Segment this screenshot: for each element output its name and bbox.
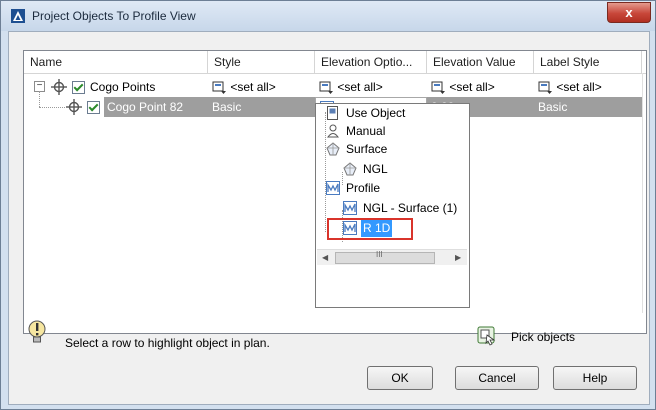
column-header-elevation-value[interactable]: Elevation Value: [427, 51, 534, 73]
help-button[interactable]: Help: [553, 366, 637, 390]
lightbulb-icon: [28, 320, 46, 343]
pick-objects-icon[interactable]: [477, 326, 497, 346]
surface-icon: [343, 162, 357, 176]
style-edit-icon: [319, 81, 333, 94]
close-button[interactable]: x: [607, 2, 651, 23]
cogo-point-icon: [51, 79, 67, 95]
surface-icon: [326, 142, 340, 156]
horizontal-scrollbar[interactable]: ◀ III ▶: [317, 249, 467, 265]
hint-text: Select a row to highlight object in plan…: [65, 336, 270, 350]
label-style-setall-cell[interactable]: <set all>: [538, 77, 642, 97]
elevation-option-setall-cell[interactable]: <set all>: [319, 77, 424, 97]
ok-button[interactable]: OK: [367, 366, 433, 390]
column-divider: [642, 73, 643, 313]
column-header-name[interactable]: Name: [24, 51, 208, 73]
use-object-icon: [327, 106, 338, 120]
scroll-left-icon[interactable]: ◀: [322, 250, 328, 265]
window-title: Project Objects To Profile View: [32, 9, 196, 23]
checkbox-cogo-point-82[interactable]: [87, 101, 100, 114]
column-header-label-style[interactable]: Label Style: [534, 51, 642, 73]
style-edit-icon: [431, 81, 445, 94]
autocad-logo-icon: [11, 9, 25, 23]
table-row[interactable]: − Cogo Points <set all> <set all> <set a…: [24, 77, 646, 97]
pick-objects-label[interactable]: Pick objects: [511, 330, 575, 344]
dialog-window: Project Objects To Profile View x Name S…: [0, 0, 656, 410]
row-name: Cogo Point 82: [104, 97, 208, 117]
dialog-body: Name Style Elevation Optio... Elevation …: [8, 31, 650, 405]
column-header-style[interactable]: Style: [208, 51, 315, 73]
cancel-button[interactable]: Cancel: [455, 366, 539, 390]
style-setall-cell[interactable]: <set all>: [212, 77, 312, 97]
highlight-box: [327, 218, 413, 240]
title-bar[interactable]: Project Objects To Profile View x: [1, 1, 655, 31]
person-icon: [327, 124, 339, 138]
style-cell[interactable]: Basic: [208, 97, 315, 117]
label-style-cell[interactable]: Basic: [534, 97, 642, 117]
objects-grid: Name Style Elevation Optio... Elevation …: [23, 50, 647, 334]
scroll-right-icon[interactable]: ▶: [455, 250, 461, 265]
style-edit-icon: [212, 81, 226, 94]
profile-icon: [326, 181, 340, 195]
grid-header: Name Style Elevation Optio... Elevation …: [24, 51, 646, 74]
row-name: Cogo Points: [90, 80, 156, 94]
elevation-option-dropdown[interactable]: Use Object Manual Surface NGL Profile NG…: [315, 103, 470, 308]
style-edit-icon: [538, 81, 552, 94]
cogo-point-icon: [66, 99, 82, 115]
scroll-grip-icon: III: [376, 250, 383, 259]
scrollbar-thumb[interactable]: III: [335, 250, 435, 264]
checkbox-cogo-points[interactable]: [72, 81, 85, 94]
profile-icon: [343, 201, 357, 215]
elevation-value-setall-cell[interactable]: <set all>: [431, 77, 531, 97]
column-header-elevation-option[interactable]: Elevation Optio...: [315, 51, 427, 73]
